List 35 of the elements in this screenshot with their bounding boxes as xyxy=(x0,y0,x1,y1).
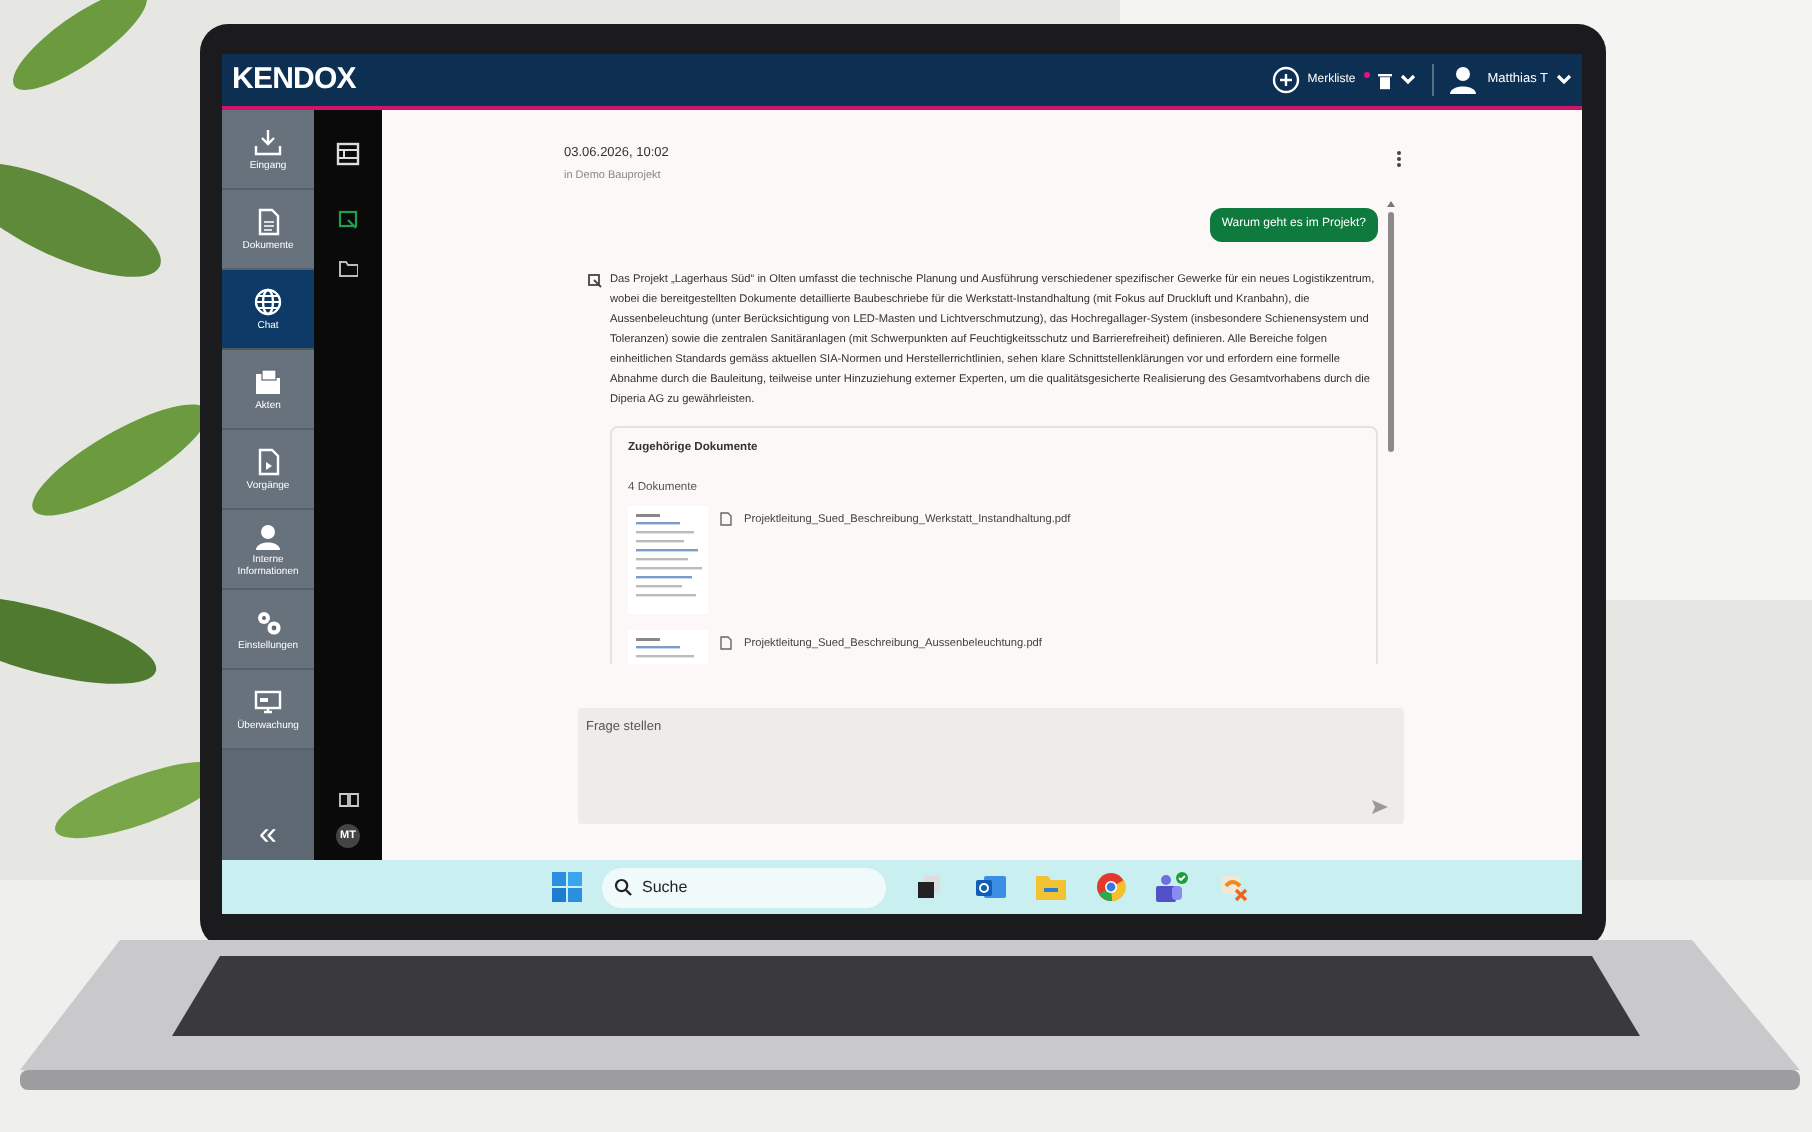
add-icon[interactable] xyxy=(1271,66,1300,94)
logo: KENDOX xyxy=(232,59,356,100)
search-placeholder: Suche xyxy=(642,875,688,899)
chevron-down-icon[interactable] xyxy=(1556,74,1572,86)
search-icon xyxy=(614,878,632,896)
search-field[interactable]: Suche xyxy=(602,867,886,907)
file-icon xyxy=(720,512,732,527)
collapse-button[interactable]: « xyxy=(259,820,277,852)
file-icon xyxy=(720,636,732,651)
folder-icon xyxy=(254,367,282,395)
panel-toggle-icon[interactable] xyxy=(336,142,360,166)
globe-icon xyxy=(254,287,282,315)
app-icon[interactable] xyxy=(1220,873,1248,901)
mail-app-icon[interactable] xyxy=(976,872,1006,902)
scroll-up-icon[interactable] xyxy=(1386,200,1396,208)
document-preview[interactable] xyxy=(628,506,708,615)
task-view-icon[interactable] xyxy=(916,874,942,900)
document-play-icon xyxy=(254,447,282,475)
chat-answer-icon xyxy=(588,274,602,288)
person-icon xyxy=(254,521,282,549)
monitor-icon xyxy=(254,687,282,715)
trash-icon[interactable] xyxy=(1377,71,1392,89)
document-icon xyxy=(254,207,282,235)
chevron-down-icon[interactable] xyxy=(1399,74,1416,86)
gears-icon xyxy=(254,607,282,635)
browser-icon[interactable] xyxy=(1096,872,1126,902)
more-icon[interactable] xyxy=(1396,150,1402,168)
team-app-icon[interactable] xyxy=(1156,871,1190,903)
user-icon[interactable] xyxy=(1449,66,1476,94)
start-icon[interactable] xyxy=(552,872,582,902)
chat-icon[interactable] xyxy=(338,210,358,230)
download-icon xyxy=(254,127,282,155)
folder-icon[interactable] xyxy=(338,258,358,278)
folder-app-icon[interactable] xyxy=(1036,874,1066,900)
book-icon[interactable] xyxy=(337,792,359,808)
